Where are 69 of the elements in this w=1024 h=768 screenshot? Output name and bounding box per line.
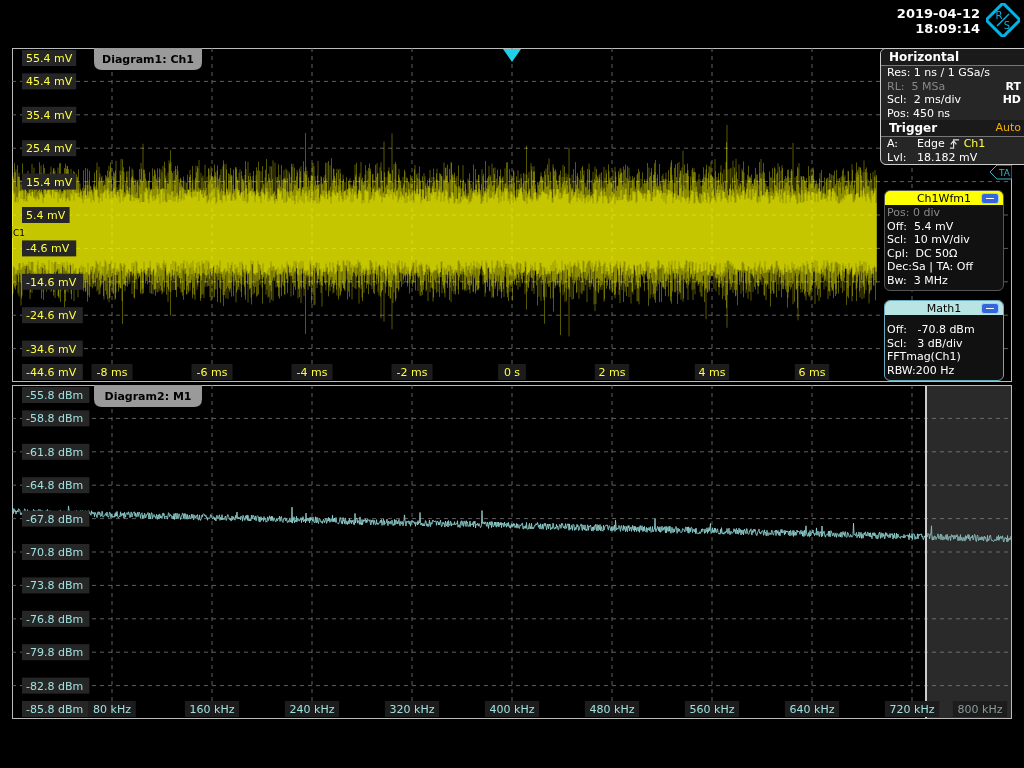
axis-label: -2 ms [391,364,433,380]
box-title: Ch1Wfm1 [916,191,972,205]
setting-text: Pos: 0 div [887,206,941,220]
axis-label: 400 kHz [484,701,540,717]
axis-label: -4.6 mV [22,240,77,257]
mode-label: HD [1002,93,1021,107]
setting-value: 18.182 mV [917,150,978,164]
axis-label: 480 kHz [584,701,640,717]
axis-label: 5.4 mV [22,207,70,223]
setting-label: A: [887,137,900,151]
axis-label: 560 kHz [684,701,740,717]
axis-label: 2 ms [594,364,630,380]
axis-label: -73.8 dBm [22,577,90,594]
axis-label: -44.6 mV [22,364,83,380]
axis-label: -6 ms [191,364,233,380]
minimize-button[interactable] [981,193,999,204]
minimize-button[interactable] [981,303,999,314]
setting-text: Scl: 10 mV/div [887,233,971,247]
axis-label: -8 ms [91,364,133,380]
axis-label: 55.4 mV [22,50,77,66]
setting-text: FFTmag(Ch1) [887,350,962,364]
setting-label: Lvl: [887,150,908,164]
setting-text: Res: 1 ns / 1 GSa/s [887,66,990,80]
setting-text: Dec:Sa | TA: Off [887,260,975,274]
axis-label: 720 kHz [884,701,940,717]
axis-label: -64.8 dBm [22,477,90,494]
panel-title: Horizontal [889,50,960,64]
axis-label: -58.8 dBm [22,410,90,427]
channel-marker[interactable]: C1 [12,226,27,238]
diagram-title[interactable]: Diagram2: M1 [94,385,202,407]
axis-label: -70.8 dBm [22,544,90,560]
rising-edge-icon [948,138,960,150]
trigger-position-icon[interactable] [503,49,521,62]
box-title: Math1 [926,301,962,315]
trigger-mode: Auto [995,121,1021,135]
axis-label: 4 ms [694,364,730,380]
axis-label: 6 ms [794,364,830,380]
axis-label: 320 kHz [384,701,440,717]
trigger-source: Ch1 [963,137,986,151]
setting-text: Bw: 3 MHz [887,273,949,287]
axis-label: -85.8 dBm [22,701,90,717]
mode-label: RT [1005,79,1021,93]
logo-icon: R S [986,3,1020,37]
setting-text: Pos: 450 ns [887,106,951,120]
date-text: 2019-04-12 [896,6,980,21]
setting-text: Off: 5.4 mV [887,219,955,233]
axis-label: -79.8 dBm [22,644,90,661]
diagram-title[interactable]: Diagram1: Ch1 [94,48,202,70]
axis-label: 25.4 mV [22,140,77,157]
axis-label: 160 kHz [184,701,240,717]
time-text: 18:09:14 [915,21,980,36]
setting-text: Off: -70.8 dBm [887,323,976,337]
axis-label: 800 kHz [952,701,1008,717]
panel-title: Trigger [889,121,938,135]
axis-label: 80 kHz [88,701,136,717]
setting-text: Scl: 3 dB/div [887,336,964,350]
axis-label: -55.8 dBm [22,387,90,403]
axis-label: 640 kHz [784,701,840,717]
setting-text: RL: 5 MSa [887,79,946,93]
axis-label: 240 kHz [284,701,340,717]
setting-text: RBW:200 Hz [887,363,956,377]
axis-label: -4 ms [291,364,333,380]
axis-label: 0 s [498,364,526,380]
info-box[interactable]: Math1 Off: -70.8 dBm Scl: 3 dB/div FFTmag(Ch1) RBW:200 Hz [884,300,1004,381]
axis-label: 45.4 mV [22,73,77,90]
setting-text: Scl: 2 ms/div [887,93,961,107]
setting-value: Edge [917,137,945,151]
axis-label: -24.6 mV [22,307,83,324]
setting-text: Cpl: DC 50Ω [887,246,959,260]
